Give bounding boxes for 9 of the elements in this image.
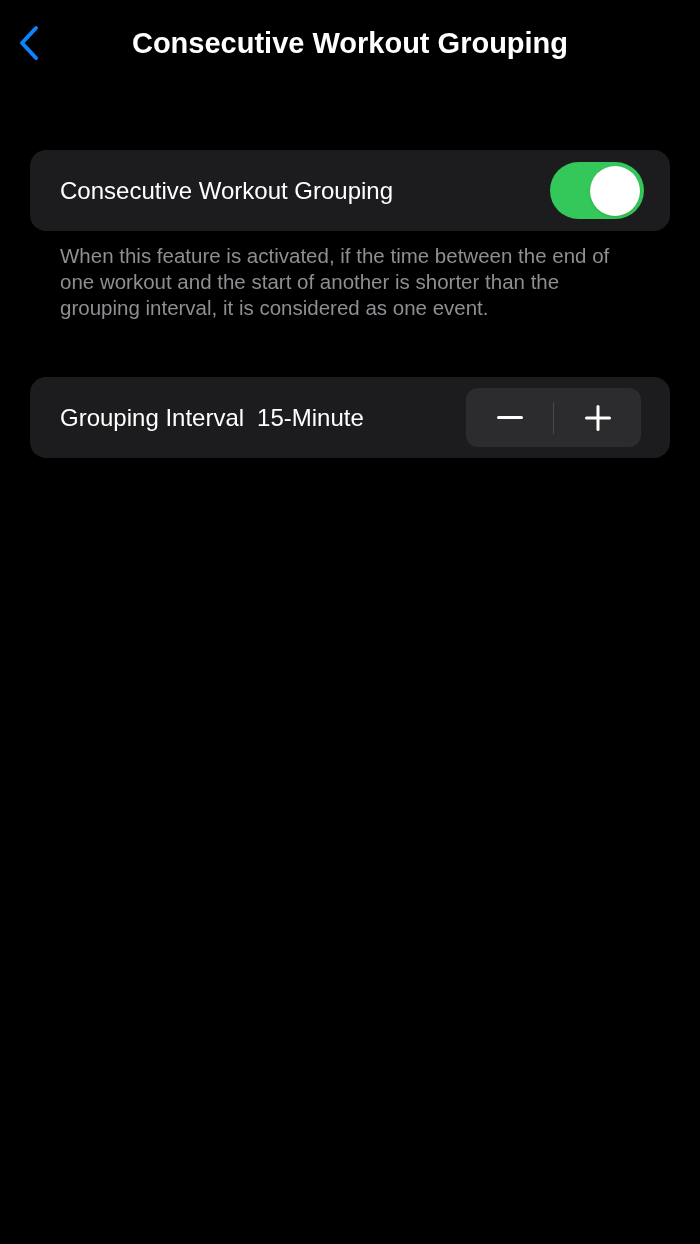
toggle-switch[interactable] (550, 162, 644, 219)
toggle-label: Consecutive Workout Grouping (60, 175, 394, 206)
nav-title: Consecutive Workout Grouping (131, 26, 569, 62)
interval-value: 15-Minute (257, 402, 364, 433)
footnote-text: When this feature is activated, if the time between the end of one workout and the start of another is shorter than the grouping interval, it is considered as one event. (59, 243, 611, 321)
interval-label: Grouping Interval (60, 402, 245, 433)
plus-icon (584, 404, 611, 431)
chevron-left-icon (18, 25, 40, 61)
minus-icon (496, 416, 523, 419)
